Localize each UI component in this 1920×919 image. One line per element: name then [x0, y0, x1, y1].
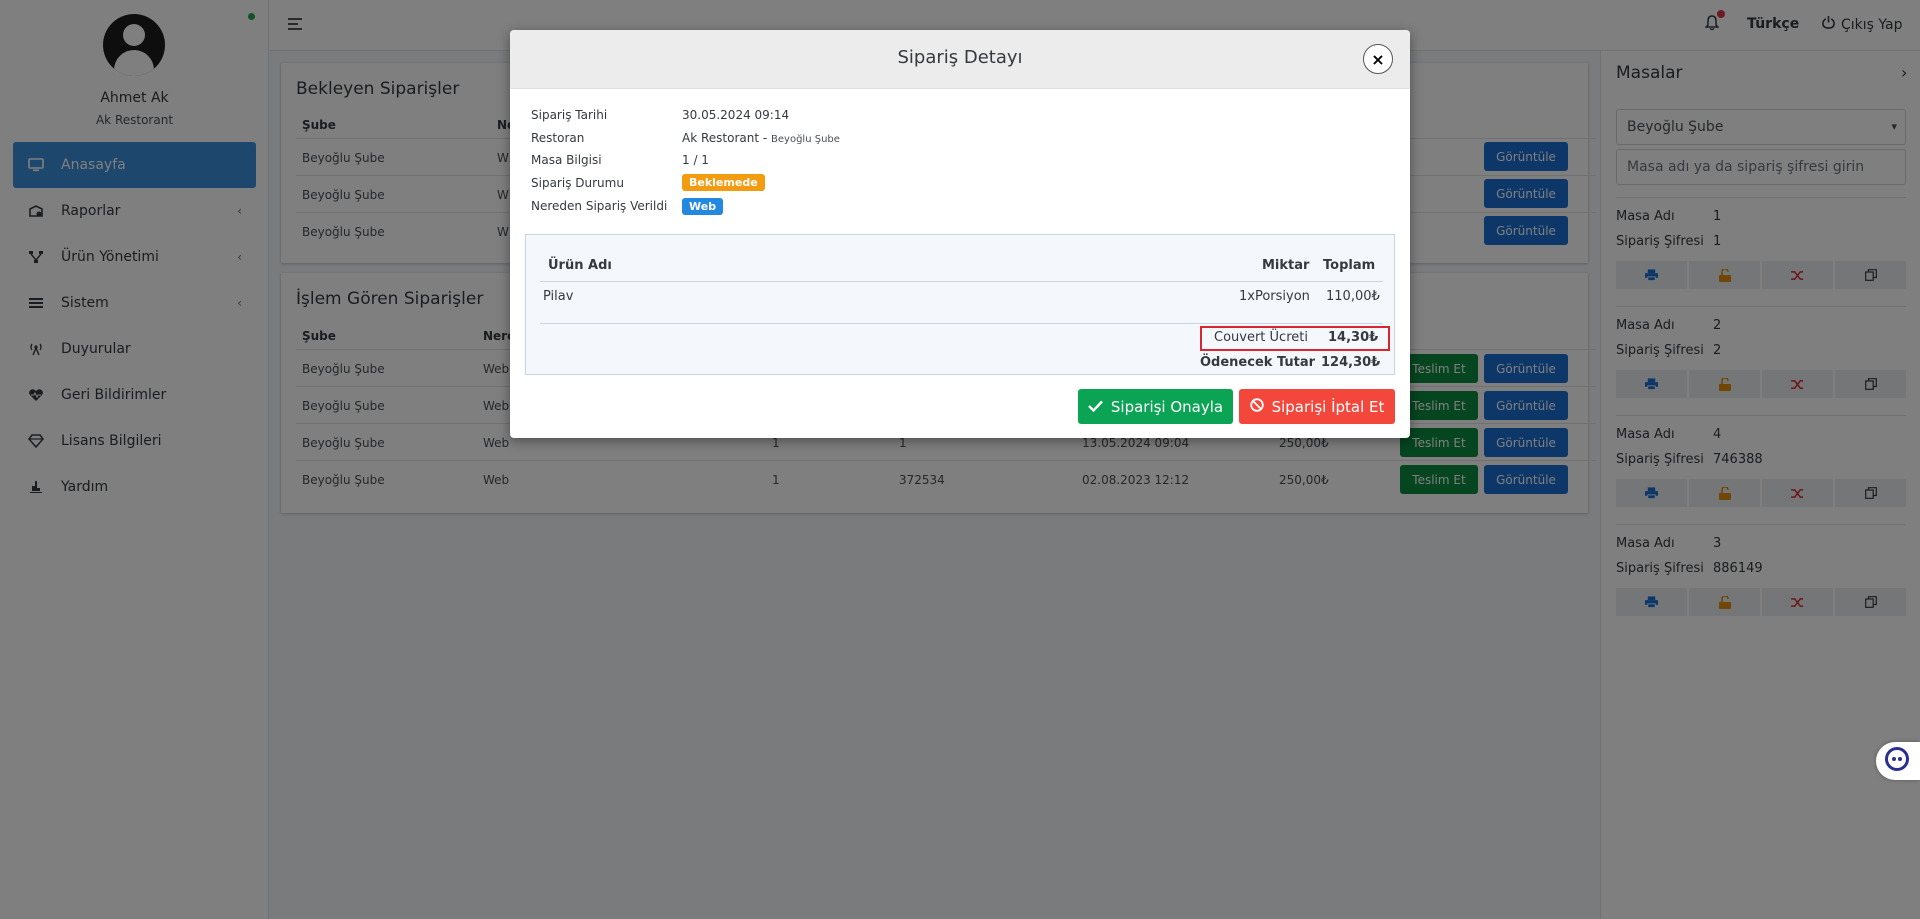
source-badge: Web: [682, 198, 724, 215]
approve-order-button[interactable]: Siparişi Onayla: [1078, 389, 1233, 424]
order-items-box: Ürün Adı Miktar Toplam Pilav 1xPorsiyon …: [525, 234, 1395, 375]
payable-label: Ödenecek Tutar: [1200, 355, 1316, 370]
restaurant-label: Restoran: [531, 131, 585, 145]
order-detail-modal: Sipariş Detayı × Sipariş Tarihi 30.05.20…: [510, 30, 1410, 438]
order-date-label: Sipariş Tarihi: [531, 108, 608, 122]
order-source-value: Web: [682, 198, 724, 215]
modal-header: Sipariş Detayı ×: [510, 30, 1410, 89]
status-badge: Beklemede: [682, 174, 765, 191]
check-icon: [1088, 398, 1103, 416]
order-status-label: Sipariş Durumu: [531, 176, 624, 190]
divider: [540, 323, 1383, 324]
payable-value: 124,30₺: [1321, 355, 1381, 370]
column-header-total: Toplam: [1323, 258, 1376, 273]
item-product: Pilav: [543, 289, 574, 304]
approve-order-label: Siparişi Onayla: [1110, 397, 1224, 416]
table-info-value: 1 / 1: [682, 153, 709, 167]
restaurant-branch: Beyoğlu Şube: [771, 134, 840, 145]
cancel-order-label: Siparişi İptal Et: [1271, 397, 1385, 416]
order-source-label: Nereden Sipariş Verildi: [531, 199, 668, 213]
chat-widget-button[interactable]: [1876, 742, 1920, 780]
order-status-value: Beklemede: [682, 174, 765, 191]
item-quantity: 1xPorsiyon: [1239, 289, 1310, 304]
order-date-value: 30.05.2024 09:14: [682, 108, 790, 122]
item-total: 110,00₺: [1326, 289, 1380, 304]
divider: [540, 281, 1383, 282]
column-header-quantity: Miktar: [1262, 258, 1310, 273]
restaurant-separator: -: [759, 131, 772, 145]
restaurant-value: Ak Restorant - Beyoğlu Şube: [682, 131, 840, 145]
chatbot-icon: [1884, 746, 1910, 776]
couvert-value: 14,30₺: [1328, 330, 1379, 345]
ban-icon: [1249, 397, 1264, 416]
column-header-product: Ürün Adı: [548, 258, 612, 273]
table-info-label: Masa Bilgisi: [531, 153, 602, 167]
close-button[interactable]: ×: [1363, 44, 1393, 74]
cancel-order-button[interactable]: Siparişi İptal Et: [1239, 389, 1395, 424]
restaurant-name: Ak Restorant: [682, 131, 760, 145]
modal-title: Sipariş Detayı: [897, 47, 1023, 68]
couvert-label: Couvert Ücreti: [1214, 330, 1308, 345]
